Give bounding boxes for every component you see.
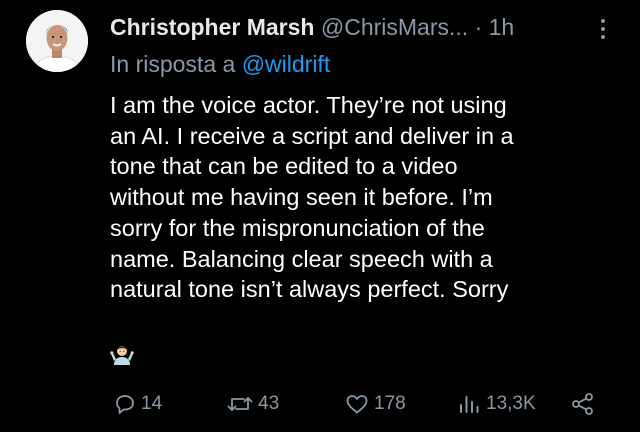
tweet-text-line: I am the voice actor. They’re not using <box>110 92 507 118</box>
reply-icon <box>116 395 134 414</box>
tweet-text-line: sorry for the mispronunciation of the <box>110 214 485 241</box>
like-icon <box>346 395 368 414</box>
views-button[interactable]: 13,3K <box>456 388 536 420</box>
tweet-card: Christopher Marsh @ChrisMars... · 1h In … <box>0 0 640 432</box>
tweet-text-line: natural tone isn’t always perfect. Sorry <box>110 276 509 303</box>
action-bar: 14 43 178 13,3K <box>0 388 640 422</box>
like-count: 178 <box>374 393 406 414</box>
reply-count: 14 <box>141 393 163 414</box>
reply-handle-link[interactable]: @wildrift <box>242 51 331 77</box>
tweet-text-line: without me having seen it before. I’m <box>110 184 493 211</box>
author-handle[interactable]: @ChrisMars... <box>321 14 468 40</box>
tweet-text-line: an AI. I receive a script and deliver in… <box>110 122 514 149</box>
repost-icon <box>227 397 253 411</box>
man-shrugging-emoji <box>110 343 134 365</box>
repost-button[interactable]: 43 <box>226 388 279 420</box>
tweet-text-line: name. Balancing clear speech with a <box>110 245 493 272</box>
like-button[interactable]: 178 <box>344 388 406 420</box>
repost-count: 43 <box>258 393 280 414</box>
share-button[interactable] <box>570 388 596 420</box>
reply-prefix: In risposta a <box>110 51 236 77</box>
share-icon <box>572 393 593 415</box>
timestamp[interactable]: 1h <box>489 14 515 40</box>
tweet-header: Christopher Marsh @ChrisMars... · 1h <box>110 11 630 47</box>
reply-context: In risposta a @wildrift <box>110 48 330 80</box>
tweet-text-line: tone that can be edited to a video <box>110 153 458 180</box>
views-count: 13,3K <box>486 393 536 414</box>
views-icon <box>460 396 479 413</box>
tweet-text: I am the voice actor. They’re not using … <box>110 90 610 305</box>
reply-button[interactable]: 14 <box>113 388 162 420</box>
avatar-image <box>26 10 88 72</box>
more-icon[interactable] <box>596 16 610 42</box>
separator-dot: · <box>474 14 483 40</box>
avatar[interactable] <box>26 10 88 72</box>
display-name[interactable]: Christopher Marsh <box>110 14 314 40</box>
